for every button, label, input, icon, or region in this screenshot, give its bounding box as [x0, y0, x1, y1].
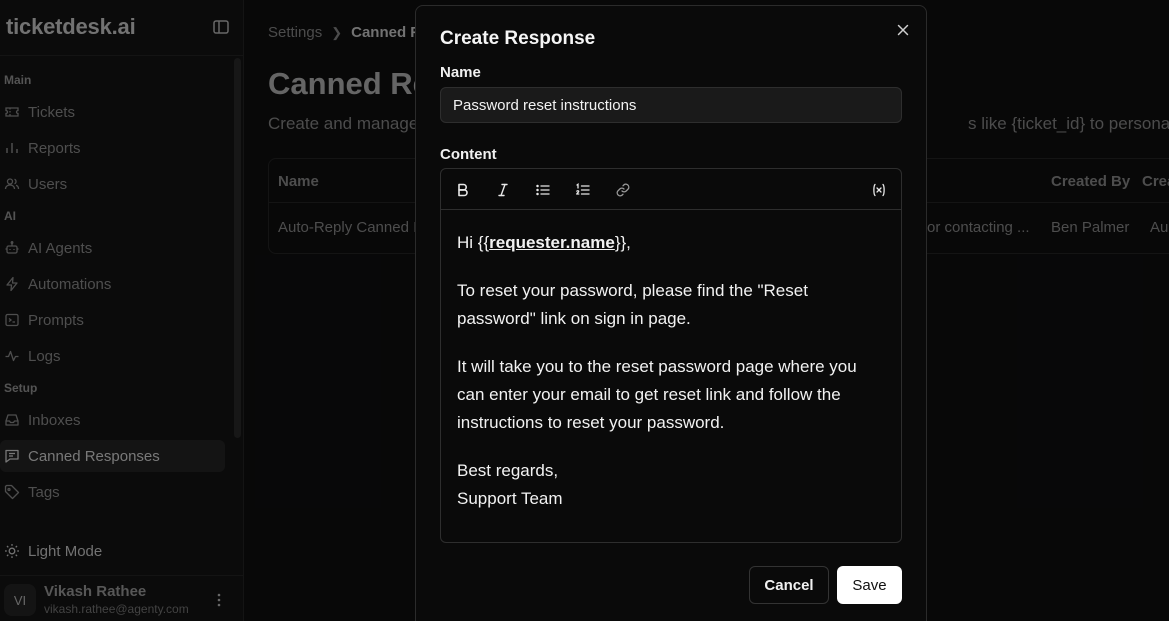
bold-icon[interactable] [453, 180, 473, 200]
dialog-title: Create Response [440, 28, 596, 49]
name-label: Name [440, 64, 481, 81]
content-signature: Support Team [457, 489, 563, 508]
save-button[interactable]: Save [837, 566, 902, 604]
greeting-suffix: }}, [614, 233, 631, 252]
italic-icon[interactable] [493, 180, 513, 200]
cancel-button[interactable]: Cancel [749, 566, 829, 604]
name-input[interactable] [440, 87, 902, 123]
content-label: Content [440, 146, 497, 163]
content-greeting: Hi {{requester.name}}, [457, 229, 887, 257]
editor-toolbar [441, 169, 901, 210]
content-editor[interactable]: Hi {{requester.name}}, To reset your pas… [440, 168, 902, 543]
variable-icon[interactable] [869, 180, 889, 200]
content-signoff: Best regards, [457, 461, 559, 480]
close-icon[interactable] [895, 22, 911, 38]
create-response-dialog: Create Response Name Content [415, 5, 927, 621]
template-variable[interactable]: requester.name [489, 233, 615, 252]
bullet-list-icon[interactable] [533, 180, 553, 200]
link-icon[interactable] [613, 180, 633, 200]
editor-content[interactable]: Hi {{requester.name}}, To reset your pas… [457, 229, 887, 513]
greeting-prefix: Hi {{ [457, 233, 490, 252]
content-paragraph-2: It will take you to the reset password p… [457, 357, 857, 432]
numbered-list-icon[interactable] [573, 180, 593, 200]
content-paragraph-1: To reset your password, please find the … [457, 281, 808, 328]
